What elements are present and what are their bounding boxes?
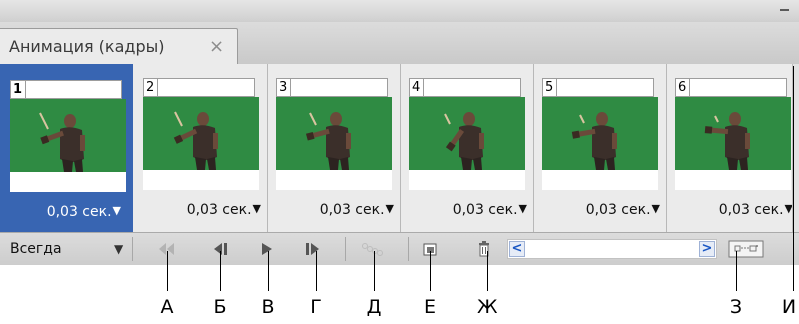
frame-thumbnail <box>143 97 259 170</box>
separator <box>408 237 409 261</box>
tab-animation-frames[interactable]: Анимация (кадры) × <box>0 28 238 66</box>
callout-label-d: Д <box>366 296 382 318</box>
callout-label-i: И <box>781 296 797 318</box>
thumbnail-image <box>10 99 126 172</box>
frame-white-area <box>675 170 791 190</box>
frame-number-box: 6 <box>675 78 787 97</box>
thumbnail-image <box>143 97 259 170</box>
separator <box>132 237 133 261</box>
minimize-icon[interactable] <box>777 2 793 16</box>
animation-controls-bar: Всегда ▼ < > <box>0 232 799 265</box>
callout-line-a <box>167 251 168 291</box>
frames-horizontal-scrollbar[interactable]: < > <box>507 239 717 259</box>
frame-delay-value: 0,03 сек. <box>319 202 385 218</box>
frame-number-box: 5 <box>542 78 654 97</box>
callout-line-b <box>220 251 221 291</box>
delay-arrow-icon: ▼ <box>112 204 121 217</box>
callout-line-z <box>736 251 737 291</box>
frame-3[interactable]: 3 0,03 сек.▼ <box>268 64 401 232</box>
frame-delay[interactable]: 0,03 сек.▼ <box>453 202 527 218</box>
tab-strip: Анимация (кадры) × <box>0 22 799 75</box>
frame-number: 6 <box>677 79 691 96</box>
frame-4[interactable]: 4 0,03 сек.▼ <box>401 64 534 232</box>
tab-title: Анимация (кадры) <box>9 37 165 56</box>
animation-panel: Анимация (кадры) × 1 0,03 сек.▼ 2 0,03 с… <box>0 0 799 265</box>
callout-label-b: Б <box>213 296 227 318</box>
frame-delay-value: 0,03 сек. <box>186 202 252 218</box>
callout-line-g <box>316 251 317 291</box>
frame-white-area <box>542 170 658 190</box>
frame-delay-value: 0,03 сек. <box>452 202 518 218</box>
frame-delay[interactable]: 0,03 сек.▼ <box>47 204 121 220</box>
frame-white-area <box>143 170 259 190</box>
frame-thumbnail <box>10 99 126 172</box>
frame-number: 5 <box>544 79 558 96</box>
frame-number: 4 <box>411 79 425 96</box>
dropdown-arrow-icon: ▼ <box>114 242 124 256</box>
frame-white-area <box>10 172 126 192</box>
loop-value: Всегда <box>10 241 62 257</box>
delay-arrow-icon: ▼ <box>252 202 261 215</box>
callout-line-d <box>374 251 375 291</box>
frame-1[interactable]: 1 0,03 сек.▼ <box>0 64 133 232</box>
frame-thumbnail <box>276 97 392 170</box>
callout-label-z: З <box>729 296 743 318</box>
frame-number-box: 3 <box>276 78 388 97</box>
frame-thumbnail <box>409 97 525 170</box>
callout-label-v: В <box>261 296 275 318</box>
frame-number-box: 4 <box>409 78 521 97</box>
delay-arrow-icon: ▼ <box>651 202 660 215</box>
frame-delay[interactable]: 0,03 сек.▼ <box>586 202 660 218</box>
callout-line-e <box>430 251 431 291</box>
convert-to-timeline-icon[interactable] <box>727 238 767 260</box>
frame-5[interactable]: 5 0,03 сек.▼ <box>534 64 667 232</box>
panel-title-bar <box>0 0 799 23</box>
trash-icon[interactable] <box>472 237 498 261</box>
frame-thumbnail <box>542 97 658 170</box>
callout-line-i <box>793 66 794 291</box>
frame-number: 2 <box>145 79 159 96</box>
duplicate-frame-icon[interactable] <box>418 237 444 261</box>
frame-delay[interactable]: 0,03 сек.▼ <box>187 202 261 218</box>
callout-label-a: А <box>160 296 174 318</box>
frame-number-box: 2 <box>143 78 255 97</box>
callout-label-g: Г <box>310 296 322 318</box>
tween-icon[interactable] <box>359 237 385 261</box>
thumbnail-image <box>409 97 525 170</box>
delay-arrow-icon: ▼ <box>385 202 394 215</box>
frames-strip: 1 0,03 сек.▼ 2 0,03 сек.▼ 3 0,03 сек.▼ 4… <box>0 64 793 232</box>
loop-options-select[interactable]: Всегда ▼ <box>6 239 128 259</box>
frame-delay[interactable]: 0,03 сек.▼ <box>719 202 793 218</box>
thumbnail-image <box>276 97 392 170</box>
delay-arrow-icon: ▼ <box>518 202 527 215</box>
thumbnail-image <box>675 97 791 170</box>
frame-6[interactable]: 6 0,03 сек.▼ <box>667 64 799 232</box>
separator <box>345 237 346 261</box>
frame-white-area <box>409 170 525 190</box>
frame-number: 1 <box>12 81 27 98</box>
scroll-left-icon[interactable]: < <box>509 241 525 257</box>
frame-number: 3 <box>278 79 292 96</box>
scroll-right-icon[interactable]: > <box>699 241 715 257</box>
callout-line-zh <box>487 251 488 291</box>
frame-thumbnail <box>675 97 791 170</box>
next-frame-button[interactable] <box>300 237 326 261</box>
play-button[interactable] <box>254 237 280 261</box>
callout-line-v <box>268 251 269 291</box>
frame-2[interactable]: 2 0,03 сек.▼ <box>135 64 268 232</box>
frame-white-area <box>276 170 392 190</box>
frame-delay-value: 0,03 сек. <box>718 202 784 218</box>
frame-delay-value: 0,03 сек. <box>46 204 112 220</box>
callout-label-zh: Ж <box>477 296 498 318</box>
frame-number-box: 1 <box>10 80 122 99</box>
frame-delay-value: 0,03 сек. <box>585 202 651 218</box>
frame-delay[interactable]: 0,03 сек.▼ <box>320 202 394 218</box>
tab-close-icon[interactable]: × <box>209 36 224 57</box>
thumbnail-image <box>542 97 658 170</box>
callout-label-e: Е <box>423 296 436 318</box>
